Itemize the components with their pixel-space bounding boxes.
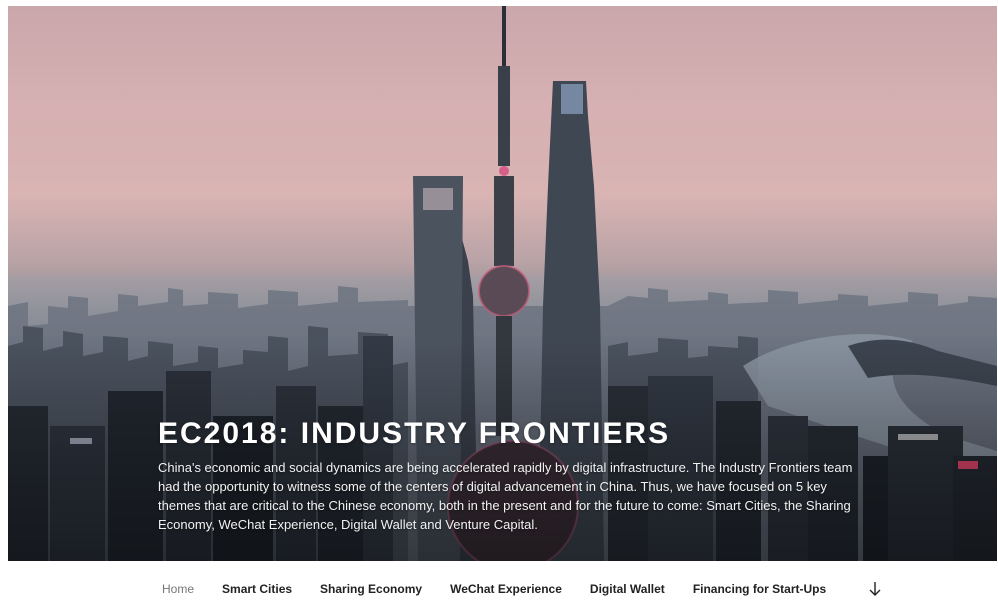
main-navigation: Home Smart Cities Sharing Economy WeChat… xyxy=(0,568,998,605)
nav-menu: Home Smart Cities Sharing Economy WeChat… xyxy=(148,582,840,596)
nav-item-financing-for-start-ups[interactable]: Financing for Start-Ups xyxy=(679,582,840,596)
nav-item-home[interactable]: Home xyxy=(148,582,208,596)
site-description: China's economic and social dynamics are… xyxy=(158,460,853,532)
nav-item-smart-cities[interactable]: Smart Cities xyxy=(208,582,306,596)
site-title[interactable]: EC2018: INDUSTRY FRONTIERS xyxy=(158,416,868,452)
page: EC2018: INDUSTRY FRONTIERS China's econo… xyxy=(0,0,998,605)
nav-item-digital-wallet[interactable]: Digital Wallet xyxy=(576,582,679,596)
arrow-down-icon[interactable] xyxy=(866,580,884,598)
header-hero-image: EC2018: INDUSTRY FRONTIERS China's econo… xyxy=(8,6,997,561)
nav-item-sharing-economy[interactable]: Sharing Economy xyxy=(306,582,436,596)
nav-item-wechat-experience[interactable]: WeChat Experience xyxy=(436,582,576,596)
site-branding: EC2018: INDUSTRY FRONTIERS China's econo… xyxy=(158,416,868,534)
